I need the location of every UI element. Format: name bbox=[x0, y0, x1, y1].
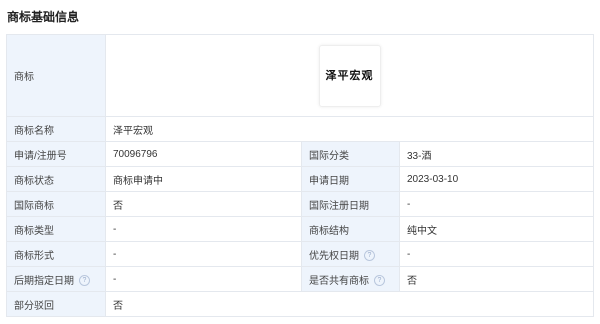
priority-date-label-cell: 优先权日期? bbox=[301, 241, 400, 267]
structure-value: 纯中文 bbox=[398, 216, 595, 242]
trademark-logo-image[interactable]: 泽平宏观 bbox=[318, 44, 381, 107]
reg-number-value: 70096796 bbox=[105, 141, 302, 167]
status-label: 商标状态 bbox=[6, 166, 106, 192]
partial-rejection-label: 部分驳回 bbox=[6, 291, 106, 317]
structure-label: 商标结构 bbox=[301, 216, 400, 242]
intl-trademark-value: 否 bbox=[105, 191, 302, 217]
apply-date-value: 2023-03-10 bbox=[398, 166, 595, 192]
later-designation-label-cell: 后期指定日期? bbox=[6, 266, 106, 292]
reg-number-label: 申请/注册号 bbox=[6, 141, 106, 167]
later-designation-value: - bbox=[105, 266, 302, 292]
help-icon[interactable]: ? bbox=[374, 275, 385, 287]
apply-date-label: 申请日期 bbox=[301, 166, 400, 192]
table-row: 部分驳回 否 bbox=[6, 291, 595, 317]
shared-trademark-value: 否 bbox=[398, 266, 595, 292]
logo-cell: 泽平宏观 bbox=[104, 34, 595, 117]
intl-class-label: 国际分类 bbox=[301, 141, 400, 167]
table-row: 申请/注册号 70096796 国际分类 33-酒 bbox=[6, 141, 595, 167]
status-value: 商标申请中 bbox=[105, 166, 302, 192]
form-label: 商标形式 bbox=[6, 241, 106, 267]
partial-rejection-value: 否 bbox=[104, 291, 595, 317]
table-row: 商标状态 商标申请中 申请日期 2023-03-10 bbox=[6, 166, 595, 192]
type-value: - bbox=[105, 216, 302, 242]
table-row: 商标类型 - 商标结构 纯中文 bbox=[6, 216, 595, 242]
shared-trademark-label-cell: 是否共有商标? bbox=[301, 266, 400, 292]
name-label: 商标名称 bbox=[6, 116, 106, 142]
table-row: 商标名称 泽平宏观 bbox=[6, 116, 595, 142]
logo-label: 商标 bbox=[6, 34, 106, 117]
priority-date-label: 优先权日期 bbox=[309, 250, 359, 262]
table-row: 商标形式 - 优先权日期? - bbox=[6, 241, 595, 267]
logo-row: 商标 泽平宏观 bbox=[6, 34, 595, 117]
trademark-info-table: 商标 泽平宏观 商标名称 泽平宏观 申请/注册号 70096796 国际分类 3… bbox=[6, 34, 595, 317]
help-icon[interactable]: ? bbox=[79, 275, 90, 287]
type-label: 商标类型 bbox=[6, 216, 106, 242]
priority-date-value: - bbox=[398, 241, 595, 267]
help-icon[interactable]: ? bbox=[364, 250, 375, 262]
intl-class-value: 33-酒 bbox=[398, 141, 595, 167]
name-value: 泽平宏观 bbox=[104, 116, 595, 142]
table-row: 国际商标 否 国际注册日期 - bbox=[6, 191, 595, 217]
later-designation-label: 后期指定日期 bbox=[14, 275, 74, 287]
intl-reg-date-value: - bbox=[398, 191, 595, 217]
table-row: 后期指定日期? - 是否共有商标? 否 bbox=[6, 266, 595, 292]
intl-reg-date-label: 国际注册日期 bbox=[301, 191, 400, 217]
intl-trademark-label: 国际商标 bbox=[6, 191, 106, 217]
shared-trademark-label: 是否共有商标 bbox=[309, 275, 369, 287]
form-value: - bbox=[105, 241, 302, 267]
section-title: 商标基础信息 bbox=[7, 10, 80, 24]
